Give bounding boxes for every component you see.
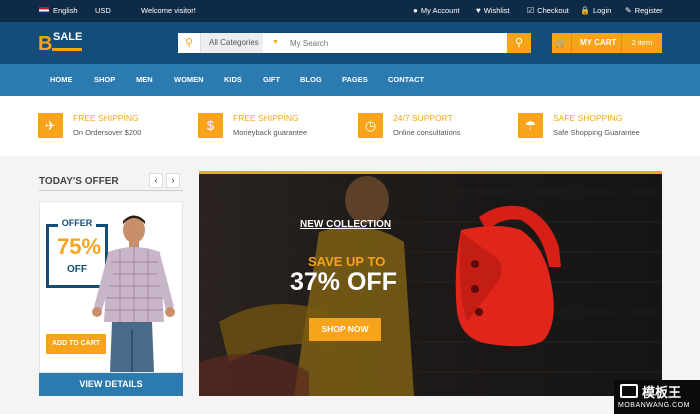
logo-text: SALE [53,31,83,43]
feature-desc: On Ordersover $200 [73,128,142,137]
feature-title: FREE SHIPPING [233,113,299,123]
register-link[interactable]: ✎ Register [625,0,663,22]
logo-cart-icon [52,43,82,51]
checkout-link[interactable]: ☑ Checkout [527,0,569,22]
clock-icon: ◷ [358,113,383,138]
nav-pages[interactable]: PAGES [342,64,368,96]
search-icon: ⚲ [514,37,524,49]
features-strip: ✈ FREE SHIPPING On Ordersover $200 $ FRE… [0,96,700,156]
nav-kids[interactable]: KIDS [224,64,242,96]
wishlist-link[interactable]: ♥ Wishlist [476,0,510,22]
feature-desc: Online consultations [393,128,461,137]
plane-icon: ✈ [38,113,63,138]
next-arrow-button[interactable]: › [166,173,180,188]
welcome-text: Welcome visitor! [141,6,196,15]
watermark: 模板王 MOBANWANG.COM [614,380,700,414]
chevron-right-icon: › [171,175,175,185]
lock-icon: 🔒 [580,6,590,15]
language-selector[interactable]: English [39,0,78,22]
nav-women[interactable]: WOMEN [174,64,204,96]
feature-title: SAFE SHOPPING [553,113,623,123]
cart-icon: 🛒 [552,33,572,53]
cart-label: MY CART [580,38,617,47]
feature-desc: Safe Shopping Guarantee [553,128,640,137]
watermark-logo-icon [620,384,638,398]
chevron-left-icon: ‹ [154,175,158,185]
main-nav: HOME SHOP MEN WOMEN KIDS GIFT BLOG PAGES… [0,64,700,96]
feature-title: 24/7 SUPPORT [393,113,453,123]
chevron-down-icon[interactable]: ▼ [272,33,279,53]
edit-icon: ✎ [625,6,632,15]
heart-icon: ♥ [476,6,481,15]
add-to-cart-button[interactable]: ADD TO CART [46,334,106,354]
category-select[interactable]: All Categories [201,33,263,53]
uk-flag-icon [39,7,49,14]
nav-home[interactable]: HOME [50,64,73,96]
shop-now-button[interactable]: SHOP NOW [309,318,381,341]
prev-arrow-button[interactable]: ‹ [149,173,163,188]
nav-shop[interactable]: SHOP [94,64,115,96]
umbrella-icon: ☂ [518,113,543,138]
feature-desc: Moneyback guarantee [233,128,308,137]
divider [39,190,183,191]
nav-blog[interactable]: BLOG [300,64,322,96]
hero-subtitle: SAVE UP TO [308,254,386,269]
site-logo[interactable]: B SALE [38,31,88,55]
search-input[interactable] [282,33,505,53]
logo-letter: B [38,33,53,55]
section-title: TODAY'S OFFER [39,176,119,187]
user-icon: ● [413,6,418,15]
hero-image [199,176,662,396]
view-details-button[interactable]: VIEW DETAILS [39,373,183,396]
feature-title: FREE SHIPPING [73,113,139,123]
dollar-icon: $ [198,113,223,138]
hero-title: 37% OFF [290,268,397,296]
hero-tag: NEW COLLECTION [300,219,392,230]
cart-count: 2 item [621,33,662,53]
top-bar: English USD Welcome visitor! ● My Account… [0,0,700,22]
nav-contact[interactable]: CONTACT [388,64,424,96]
currency-selector[interactable]: USD [95,0,111,22]
my-account-link[interactable]: ● My Account [413,0,460,22]
watermark-title: 模板王 [642,385,682,400]
nav-men[interactable]: MEN [136,64,153,96]
search-bar: ⚲ All Categories ▼ ⚲ [178,33,531,53]
watermark-url: MOBANWANG.COM [618,402,690,409]
cart-button[interactable]: 🛒 MY CART 2 item [552,33,662,53]
search-icon: ⚲ [178,33,201,53]
hero-accent-bar [199,171,662,174]
checkout-icon: ☑ [527,6,535,15]
nav-gift[interactable]: GIFT [263,64,280,96]
search-button[interactable]: ⚲ [507,33,531,53]
login-link[interactable]: 🔒 Login [580,0,611,22]
